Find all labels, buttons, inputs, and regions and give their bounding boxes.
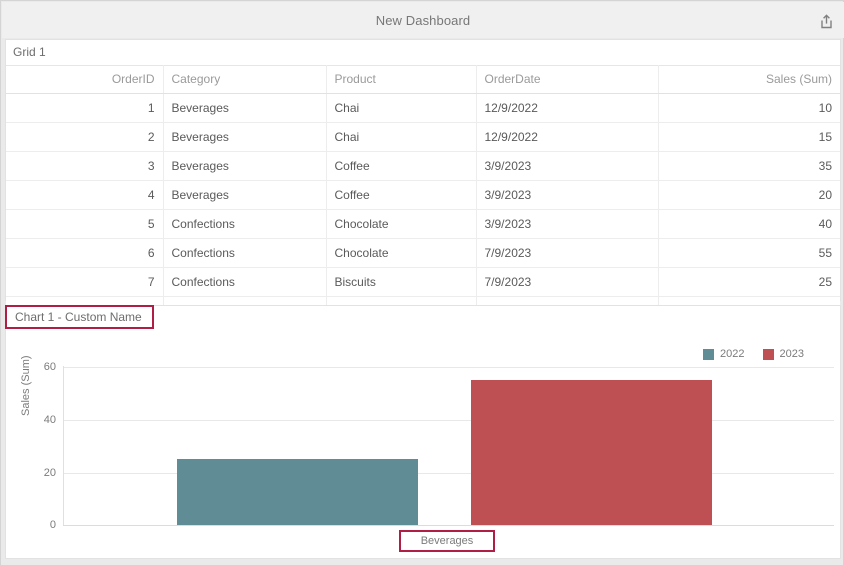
y-axis-tick: 60 [43, 361, 56, 373]
cell-orderdate: 3/9/2023 [476, 180, 659, 210]
y-axis-line [63, 366, 64, 525]
y-axis-tick: 20 [43, 467, 56, 479]
axis-baseline [63, 525, 834, 526]
gridline [63, 420, 834, 421]
chart-panel: Chart 1 - Custom Name 2022 2023 Sales (S… [5, 305, 841, 559]
cell-orderid: 1 [6, 93, 164, 123]
cell-category: Beverages [163, 180, 327, 210]
export-share-icon[interactable] [814, 9, 838, 33]
cell-product: Chai [326, 93, 477, 123]
cell-orderdate: 3/9/2023 [476, 209, 659, 239]
table-row[interactable]: 7 Confections Biscuits 7/9/2023 25 [6, 267, 840, 297]
column-header-product[interactable]: Product [326, 65, 477, 94]
y-axis-tick: 40 [43, 414, 56, 426]
x-axis-label: Beverages [420, 535, 474, 547]
cell-orderid: 4 [6, 180, 164, 210]
data-grid: OrderID Category Product OrderDate Sales… [6, 65, 840, 326]
cell-category: Beverages [163, 122, 327, 152]
cell-orderid: 3 [6, 151, 164, 181]
bar-2022-beverages[interactable] [177, 459, 418, 525]
column-header-orderid[interactable]: OrderID [6, 65, 164, 94]
y-axis-tick: 0 [49, 519, 56, 531]
table-row[interactable]: 4 Beverages Coffee 3/9/2023 20 [6, 180, 840, 210]
cell-orderid: 7 [6, 267, 164, 297]
gridline [63, 367, 834, 368]
table-row[interactable]: 1 Beverages Chai 12/9/2022 10 [6, 93, 840, 123]
cell-product: Chocolate [326, 209, 477, 239]
table-row[interactable]: 6 Confections Chocolate 7/9/2023 55 [6, 238, 840, 268]
dashboard-window: New Dashboard Grid 1 OrderID Category Pr… [0, 0, 844, 566]
cell-product: Chai [326, 122, 477, 152]
bar-2023-beverages[interactable] [471, 380, 712, 525]
column-header-category[interactable]: Category [163, 65, 327, 94]
table-row[interactable]: 5 Confections Chocolate 3/9/2023 40 [6, 209, 840, 239]
cell-orderid: 2 [6, 122, 164, 152]
grid-caption: Grid 1 [6, 40, 840, 65]
cell-orderdate: 3/9/2023 [476, 151, 659, 181]
cell-orderdate: 12/9/2022 [476, 122, 659, 152]
cell-product: Coffee [326, 180, 477, 210]
cell-sales: 10 [658, 93, 840, 123]
cell-category: Confections [163, 209, 327, 239]
cell-category: Beverages [163, 151, 327, 181]
cell-product: Coffee [326, 151, 477, 181]
cell-category: Confections [163, 267, 327, 297]
cell-category: Beverages [163, 93, 327, 123]
cell-sales: 55 [658, 238, 840, 268]
chart-plot-area: Sales (Sum) 60 40 20 0 Beverages [6, 306, 842, 560]
window-titlebar: New Dashboard [2, 2, 844, 38]
table-row[interactable]: 2 Beverages Chai 12/9/2022 15 [6, 122, 840, 152]
cell-category: Confections [163, 238, 327, 268]
cell-orderdate: 7/9/2023 [476, 238, 659, 268]
x-axis-label-highlight[interactable]: Beverages [399, 530, 495, 552]
cell-sales: 20 [658, 180, 840, 210]
cell-orderid: 5 [6, 209, 164, 239]
cell-orderdate: 7/9/2023 [476, 267, 659, 297]
cell-orderdate: 12/9/2022 [476, 93, 659, 123]
cell-sales: 35 [658, 151, 840, 181]
cell-product: Chocolate [326, 238, 477, 268]
page-title: New Dashboard [375, 12, 471, 28]
chart-title-highlight[interactable]: Chart 1 - Custom Name [5, 305, 154, 329]
cell-orderid: 6 [6, 238, 164, 268]
column-header-sales[interactable]: Sales (Sum) [658, 65, 840, 94]
column-header-orderdate[interactable]: OrderDate [476, 65, 659, 94]
cell-sales: 40 [658, 209, 840, 239]
table-row[interactable]: 3 Beverages Coffee 3/9/2023 35 [6, 151, 840, 181]
cell-sales: 25 [658, 267, 840, 297]
grid-panel: Grid 1 OrderID Category Product OrderDat… [5, 39, 841, 326]
cell-sales: 15 [658, 122, 840, 152]
cell-product: Biscuits [326, 267, 477, 297]
chart-caption: Chart 1 - Custom Name [15, 310, 142, 324]
table-header-row: OrderID Category Product OrderDate Sales… [6, 65, 840, 94]
